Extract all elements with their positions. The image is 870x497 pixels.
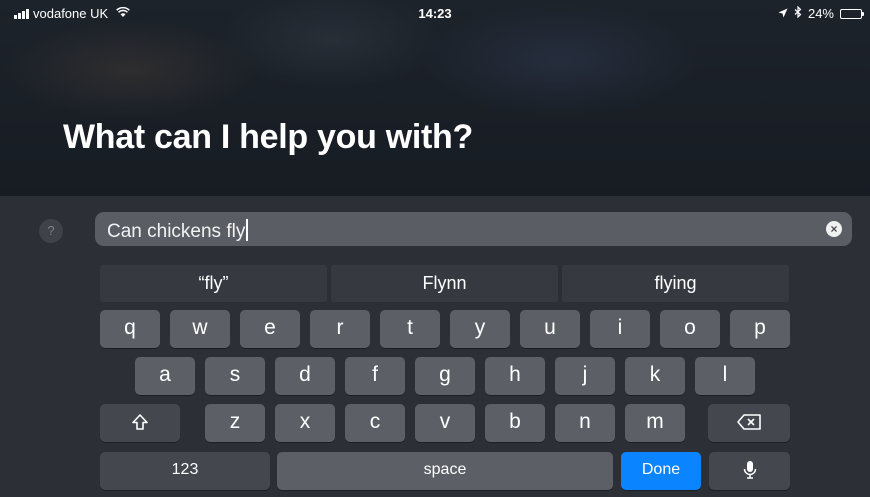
battery-percent: 24% (807, 6, 834, 21)
location-icon (778, 6, 788, 21)
key-s[interactable]: s (205, 357, 265, 395)
suggestion-2[interactable]: Flynn (331, 265, 558, 302)
key-o[interactable]: o (660, 310, 720, 348)
key-p[interactable]: p (730, 310, 790, 348)
backspace-key[interactable] (708, 404, 790, 442)
key-z[interactable]: z (205, 404, 265, 442)
battery-icon (840, 8, 864, 19)
key-t[interactable]: t (380, 310, 440, 348)
done-button[interactable]: Done (621, 452, 701, 490)
key-x[interactable]: x (275, 404, 335, 442)
key-y[interactable]: y (450, 310, 510, 348)
help-icon[interactable]: ? (39, 219, 63, 243)
space-key[interactable]: space (277, 452, 613, 490)
key-k[interactable]: k (625, 357, 685, 395)
key-u[interactable]: u (520, 310, 580, 348)
key-w[interactable]: w (170, 310, 230, 348)
suggestion-1[interactable]: “fly” (100, 265, 327, 302)
shift-key[interactable] (100, 404, 180, 442)
key-j[interactable]: j (555, 357, 615, 395)
siri-prompt: What can I help you with? (63, 118, 473, 156)
status-right: 24% (778, 5, 864, 21)
key-b[interactable]: b (485, 404, 545, 442)
key-d[interactable]: d (275, 357, 335, 395)
status-time: 14:23 (418, 6, 452, 21)
key-f[interactable]: f (345, 357, 405, 395)
key-g[interactable]: g (415, 357, 475, 395)
numbers-key[interactable]: 123 (100, 452, 270, 490)
search-text: Can chickens fly (107, 219, 249, 243)
key-a[interactable]: a (135, 357, 195, 395)
text-cursor (246, 219, 249, 241)
key-m[interactable]: m (625, 404, 685, 442)
suggestion-3[interactable]: flying (562, 265, 789, 302)
key-e[interactable]: e (240, 310, 300, 348)
key-v[interactable]: v (415, 404, 475, 442)
shift-icon (131, 410, 149, 433)
search-value: Can chickens fly (107, 221, 246, 242)
key-i[interactable]: i (590, 310, 650, 348)
microphone-icon (743, 458, 757, 481)
clear-icon[interactable]: × (826, 221, 842, 237)
backspace-icon (736, 410, 762, 433)
key-n[interactable]: n (555, 404, 615, 442)
key-r[interactable]: r (310, 310, 370, 348)
key-h[interactable]: h (485, 357, 545, 395)
dictation-key[interactable] (709, 452, 790, 490)
key-l[interactable]: l (695, 357, 755, 395)
search-input[interactable]: Can chickens fly × (95, 212, 852, 246)
bluetooth-icon (794, 5, 802, 21)
status-bar: vodafone UK 14:23 24% (0, 0, 870, 26)
key-q[interactable]: q (100, 310, 160, 348)
key-c[interactable]: c (345, 404, 405, 442)
